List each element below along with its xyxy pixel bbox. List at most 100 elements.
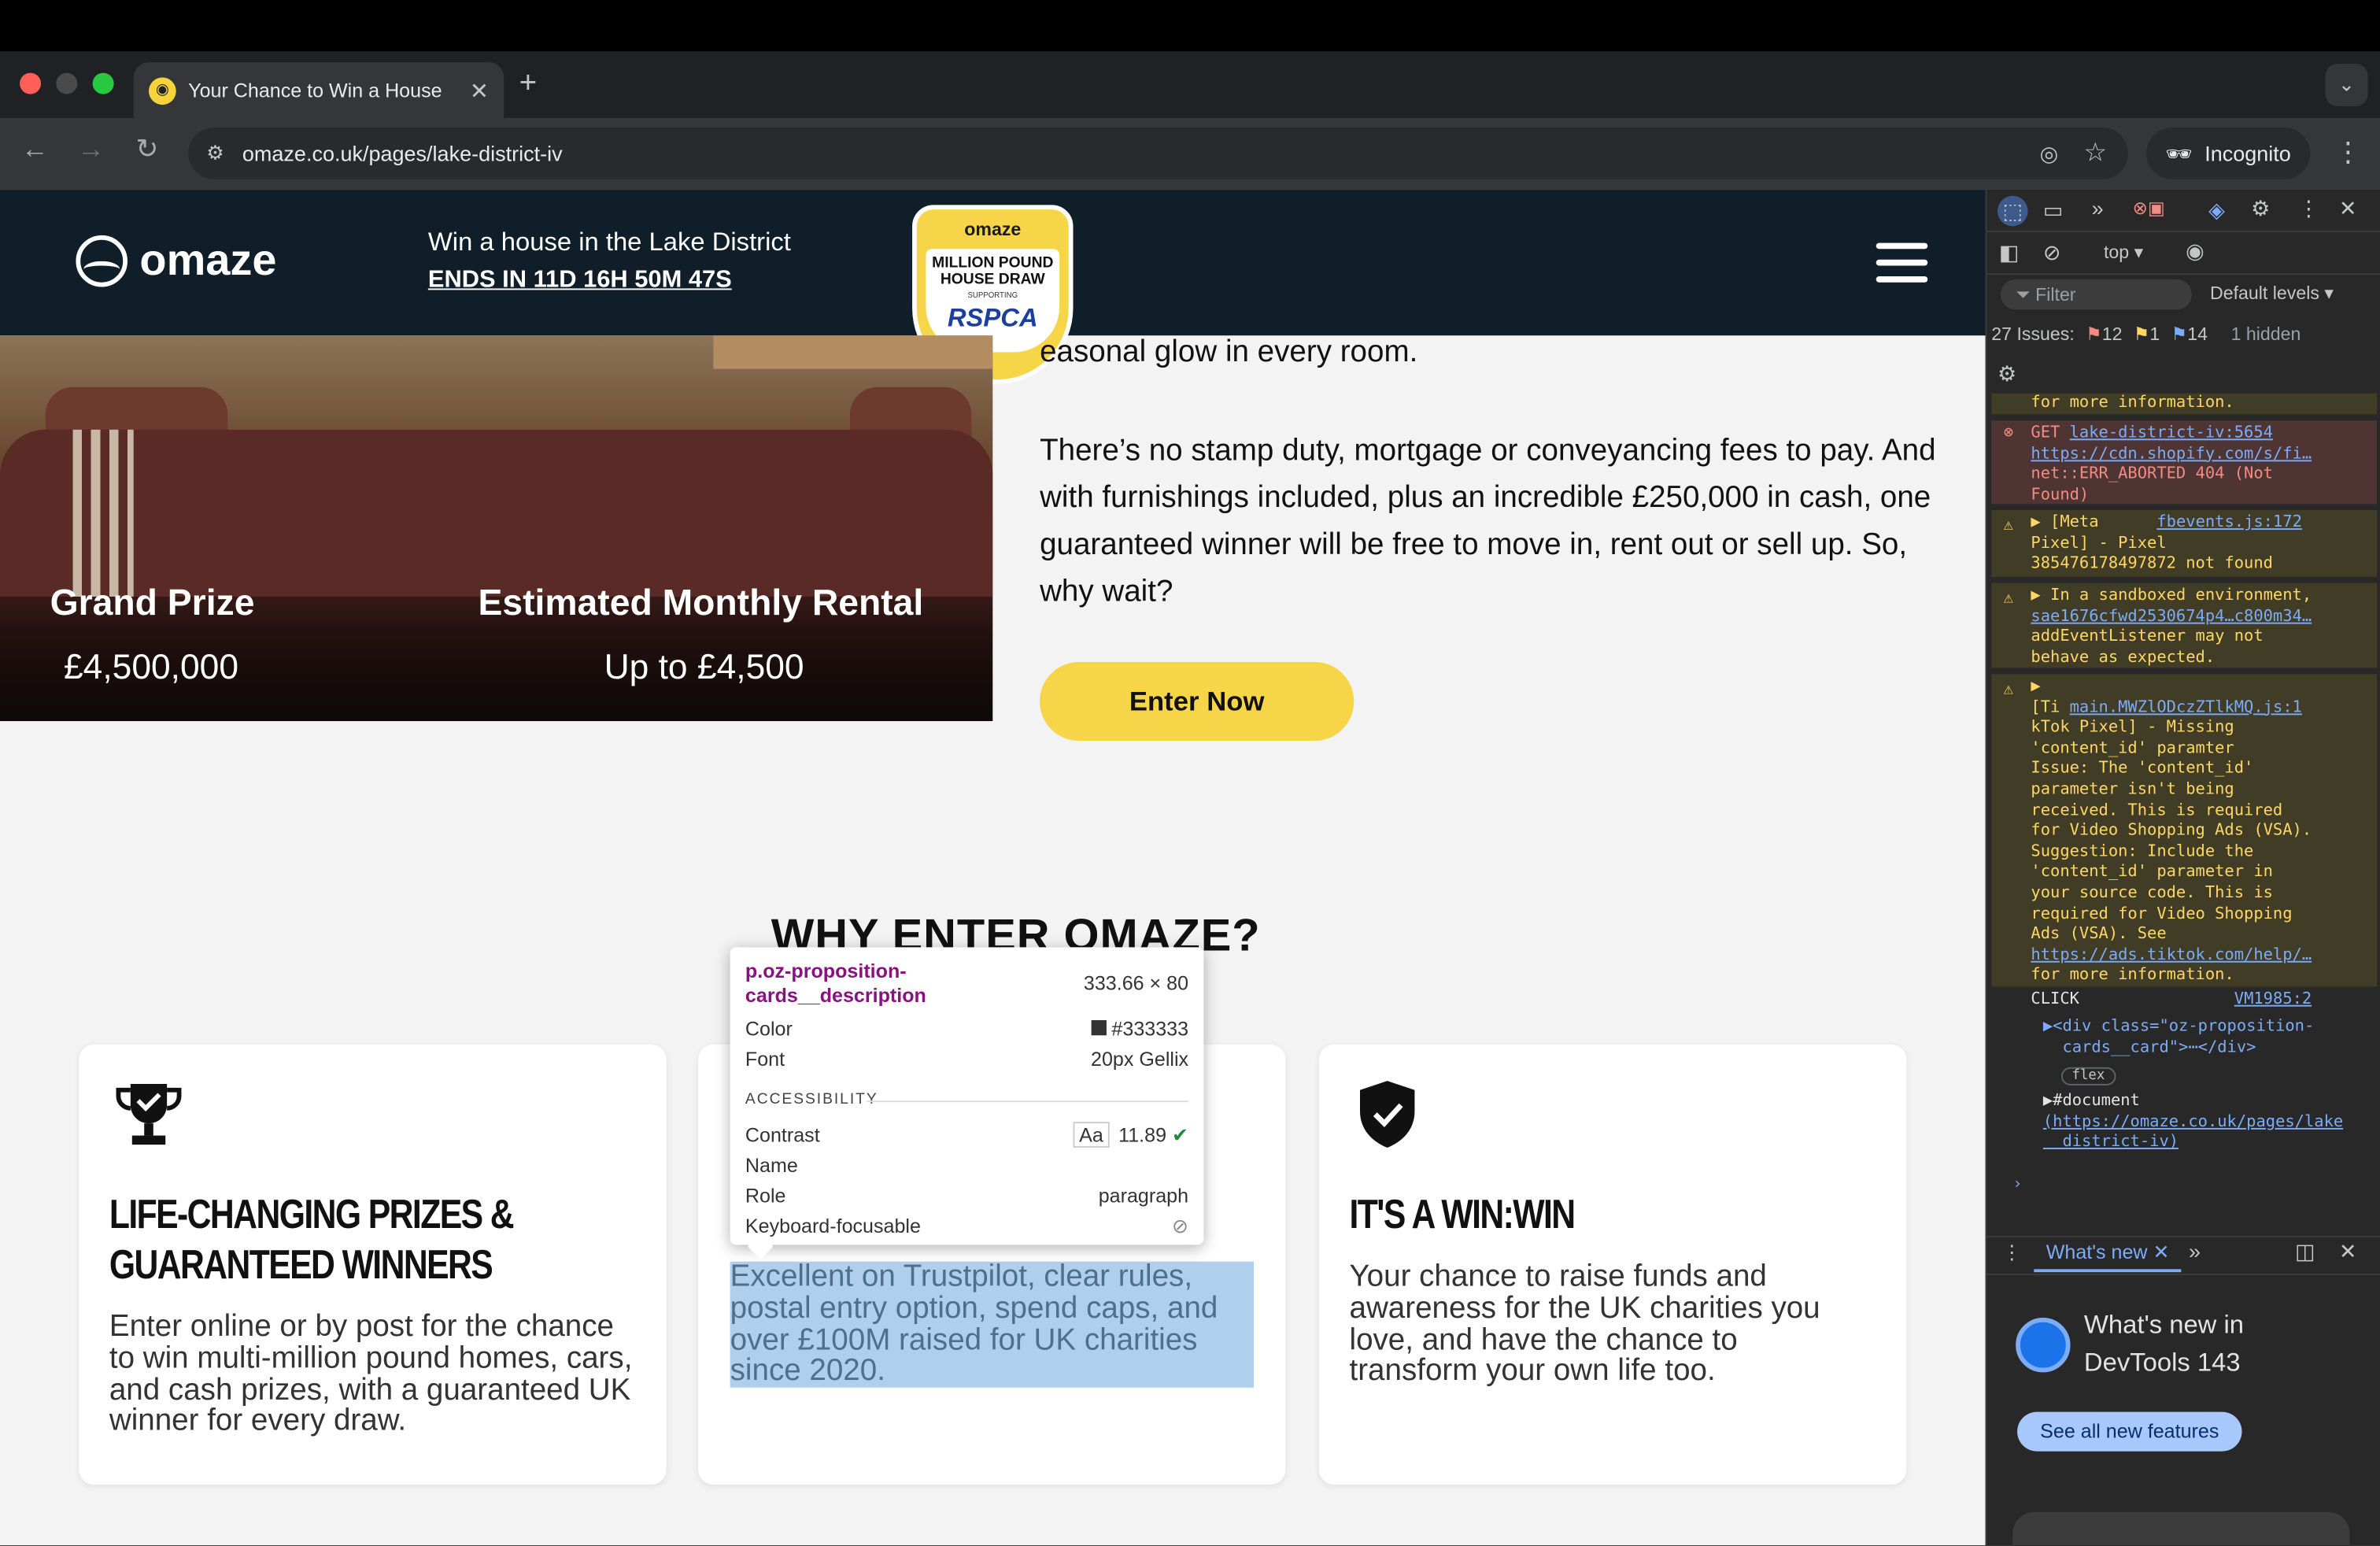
issues-bar[interactable]: 27 Issues: ⚑12 ⚑1 ⚑14 1 hidden	[1991, 324, 2380, 345]
rspca-logo: RSPCA	[947, 303, 1038, 333]
monthly-rental-value: Up to £4,500	[604, 646, 804, 686]
not-focusable-icon: ⊘	[1172, 1214, 1189, 1237]
omaze-logo[interactable]: omaze	[76, 235, 277, 287]
document-node-text[interactable]: ▶#document	[2043, 1092, 2140, 1110]
error-source-link[interactable]: lake-district-iv:5654	[2070, 423, 2273, 442]
font-label: Font	[745, 1047, 785, 1071]
clear-console-icon[interactable]: ⊘	[2043, 240, 2061, 266]
countdown-link[interactable]: ENDS IN 11D 16H 50M 47S	[428, 267, 732, 294]
drawer-menu-icon[interactable]: ⋮	[2002, 1241, 2022, 1265]
vm-source-link[interactable]: VM1985:2	[2234, 989, 2312, 1008]
site-settings-icon[interactable]: ⚙	[206, 141, 224, 165]
warning-text: ▶ In a sandboxed environment,	[2031, 586, 2312, 605]
settings-gear-icon[interactable]: ⚙	[2251, 196, 2270, 222]
more-tabs-icon[interactable]: »	[2092, 196, 2104, 220]
card-title: IT'S A WIN:WIN	[1349, 1191, 1576, 1237]
omaze-logo-mark-icon	[76, 235, 128, 287]
hamburger-menu-icon[interactable]	[1876, 242, 1928, 283]
error-net-text: net::ERR_ABORTED 404 (Not Found)	[2031, 464, 2273, 504]
ai-assistance-icon[interactable]: ◈	[2208, 198, 2225, 224]
warning-source-link[interactable]: main.MWZlODczZTlkMQ.js:1	[2070, 697, 2302, 716]
div-node-text[interactable]: ▶<div class="oz-proposition- cards__card…	[2043, 1017, 2314, 1056]
console-document-node[interactable]: ▶#document (https://omaze.co.uk/pages/la…	[1991, 1092, 2377, 1162]
warning-source-link[interactable]: fbevents.js:172	[2156, 513, 2302, 531]
browser-menu-icon[interactable]: ⋮	[2334, 137, 2362, 168]
console-prompt[interactable]: ›	[1991, 1175, 2377, 1200]
sidebar-toggle-icon[interactable]: ◧	[1999, 240, 2020, 266]
console-warning-tail: for more information.	[1991, 393, 2378, 415]
issues-hidden: 1 hidden	[2230, 323, 2301, 345]
grand-prize-value: £4,500,000	[63, 646, 239, 686]
error-count-icon[interactable]: ⊗▣	[2133, 198, 2165, 219]
tooltip-dimensions: 333.66 × 80	[1083, 971, 1189, 995]
trophy-icon	[116, 1083, 182, 1145]
forward-arrow-icon[interactable]: →	[72, 134, 111, 165]
tiktok-help-link[interactable]: https://ads.tiktok.com/help/…	[2031, 945, 2312, 963]
whats-new-card[interactable]	[2012, 1511, 2350, 1546]
console-error-row[interactable]: ⊗ GET lake-district-iv:5654 https://cdn.s…	[1991, 420, 2378, 505]
tooltip-selector: p.oz-proposition-cards__description	[745, 959, 926, 1007]
context-value[interactable]: top	[2104, 242, 2129, 263]
more-drawer-tabs-icon[interactable]: »	[2189, 1239, 2201, 1263]
tab-search-chevron-icon[interactable]: ⌄	[2325, 63, 2368, 106]
dock-side-icon[interactable]: ◫	[2295, 1239, 2315, 1265]
check-circle-icon: ✔	[1172, 1123, 1189, 1147]
contrast-aa: Aa	[1073, 1122, 1110, 1148]
console-div-node[interactable]: ▶<div class="oz-proposition- cards__card…	[1991, 1017, 2377, 1063]
contrast-value: 11.89	[1118, 1123, 1167, 1147]
warning-source-link[interactable]: sae1676cfwd2530674p4…c800m34…	[2031, 607, 2312, 625]
document-url-link[interactable]: (https://omaze.co.uk/pages/lake district…	[2043, 1112, 2343, 1151]
browser-tab[interactable]: ◉ Your Chance to Win a House ✕	[133, 62, 504, 119]
warning-text: kTok Pixel] - Missing 'content_id' param…	[2031, 718, 2312, 943]
console-warning-row[interactable]: ⚠ ▶ [Ti main.MWZlODczZTlkMQ.js:1 kTok Pix…	[1991, 674, 2378, 987]
close-tab-icon[interactable]: ✕	[470, 76, 489, 104]
contrast-label: Contrast	[745, 1123, 820, 1147]
flex-badge[interactable]: flex	[2060, 1067, 2116, 1086]
device-toolbar-icon[interactable]: ▭	[2043, 198, 2064, 224]
bookmark-star-icon[interactable]: ☆	[2083, 138, 2106, 168]
proposition-card: LIFE-CHANGING PRIZES & GUARANTEED WINNER…	[79, 1044, 667, 1485]
live-expression-eye-icon[interactable]: ◉	[2186, 239, 2204, 264]
console-warning-row[interactable]: ⚠ ▶ [Meta fbevents.js:172 Pixel] - Pixel …	[1991, 509, 2378, 577]
close-devtools-icon[interactable]: ✕	[2339, 196, 2357, 222]
tab-whats-new[interactable]: What's new ✕	[2034, 1241, 2182, 1273]
warning-text: ▶ [Meta	[2031, 512, 2099, 531]
card-title: LIFE-CHANGING PRIZES & GUARANTEED WINNER…	[109, 1191, 515, 1288]
minimize-window-button[interactable]	[56, 72, 78, 94]
issues-warning-icon: ⚑	[2133, 323, 2150, 345]
console-settings-gear-icon[interactable]: ⚙	[1998, 361, 2016, 387]
warning-expand-icon[interactable]: ▶	[2031, 677, 2040, 695]
console-warning-row[interactable]: ⚠ ▶ In a sandboxed environment, sae1676cf…	[1991, 583, 2378, 668]
issues-label: 27 Issues:	[1991, 323, 2075, 345]
log-levels-dropdown[interactable]: Default levels ▾	[2210, 283, 2334, 304]
error-method: GET	[2031, 423, 2070, 442]
inspect-element-icon[interactable]: ⬚	[1997, 195, 2028, 227]
warning-text: for more information.	[2031, 966, 2234, 985]
zoom-window-button[interactable]	[92, 72, 114, 94]
devtools-menu-icon[interactable]: ⋮	[2298, 196, 2319, 222]
name-label: Name	[745, 1153, 798, 1177]
badge-line2: HOUSE DRAW	[940, 272, 1045, 289]
new-tab-button[interactable]: +	[519, 67, 538, 102]
console-error-icon: ⊗	[2003, 423, 2014, 442]
eye-off-icon[interactable]: ◎	[2040, 140, 2059, 166]
grand-prize-label: Grand Prize	[50, 583, 255, 624]
error-cdn-link[interactable]: https://cdn.shopify.com/s/fi…	[2031, 444, 2312, 462]
issues-error-icon: ⚑	[2085, 323, 2102, 345]
back-arrow-icon[interactable]: ←	[15, 134, 54, 165]
filter-placeholder: Filter	[2035, 283, 2076, 305]
close-drawer-icon[interactable]: ✕	[2339, 1239, 2357, 1265]
inspect-tooltip: p.oz-proposition-cards__description 333.…	[730, 947, 1204, 1259]
badge-supporting: SUPPORTING	[967, 291, 1018, 301]
console-filter-input[interactable]: ⏷ Filter	[2000, 279, 2192, 310]
address-bar[interactable]: ⚙ omaze.co.uk/pages/lake-district-iv ◎ ☆	[188, 127, 2128, 179]
enter-now-button[interactable]: Enter Now	[1040, 661, 1354, 742]
reload-icon[interactable]: ↻	[128, 134, 167, 165]
promo-title: Win a house in the Lake District	[427, 227, 791, 257]
close-window-button[interactable]	[20, 72, 42, 94]
incognito-indicator[interactable]: 🕶 Incognito	[2145, 127, 2311, 179]
tab-title: Your Chance to Win a House	[188, 79, 442, 102]
context-selector[interactable]: top ▾	[2104, 242, 2143, 263]
see-all-features-button[interactable]: See all new features	[2017, 1411, 2242, 1452]
url-text[interactable]: omaze.co.uk/pages/lake-district-iv	[242, 141, 563, 165]
